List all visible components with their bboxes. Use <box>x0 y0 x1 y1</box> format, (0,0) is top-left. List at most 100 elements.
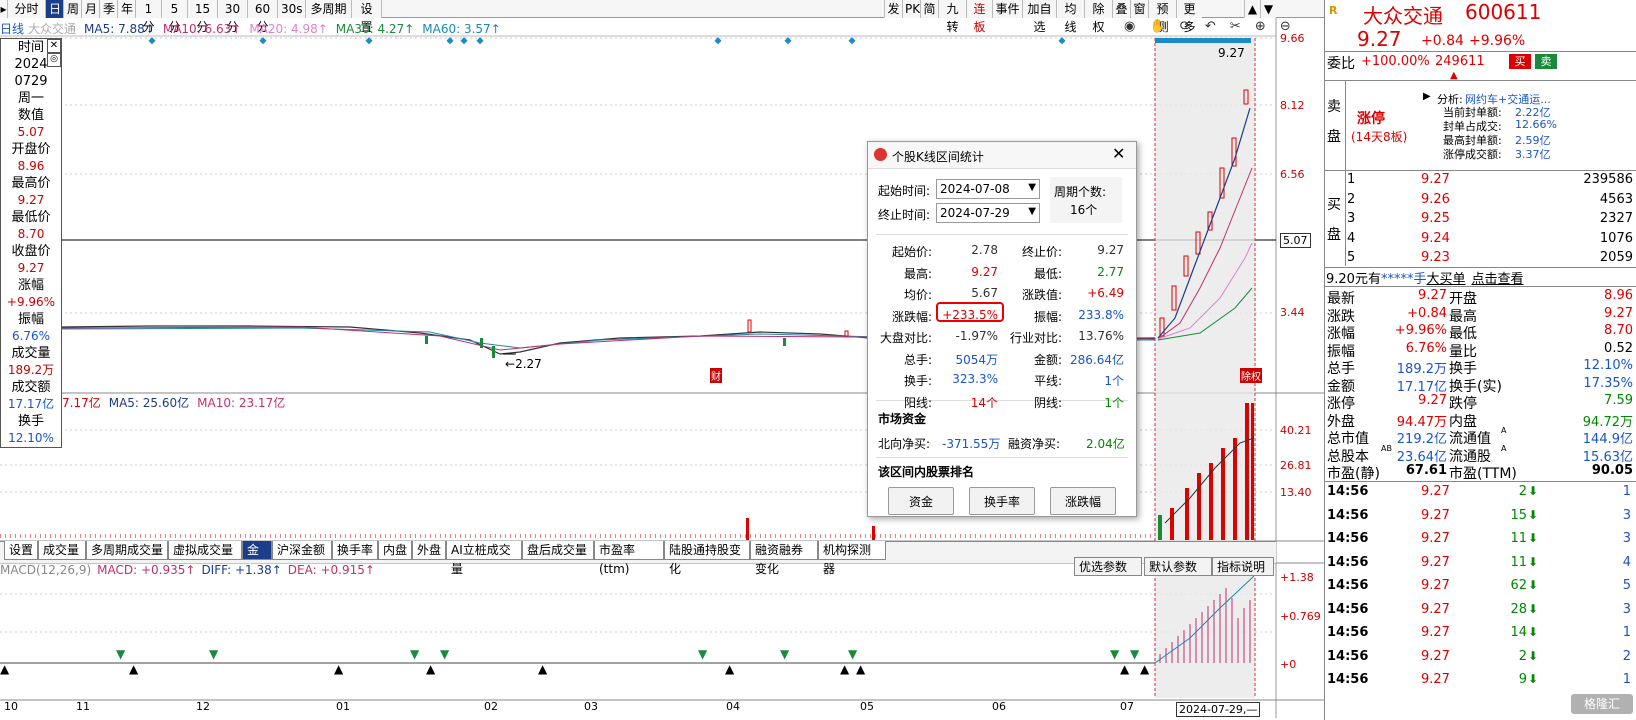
tool-tab-2[interactable]: 简 <box>920 0 938 18</box>
tick-volume: 11 <box>1510 531 1527 546</box>
period-tab-8[interactable]: 15分 <box>188 0 218 34</box>
period-tab-0[interactable]: 分时 <box>8 0 46 18</box>
period-tab-5[interactable]: 年 <box>118 0 136 18</box>
indicator-tab-4[interactable]: 金额 <box>242 541 272 576</box>
indicator-tab-1[interactable]: 成交量 <box>38 541 86 560</box>
param-tab-1[interactable]: 默认参数 <box>1144 557 1212 576</box>
tick-count: 1 <box>1622 484 1631 499</box>
toolbar-prev-icon[interactable]: ▸ <box>0 0 8 18</box>
tool-tab-3[interactable]: 九转 <box>938 0 966 34</box>
svg-text:▲: ▲ <box>129 662 139 676</box>
tool-tab-0[interactable]: 发 <box>884 0 902 18</box>
x-axis-label: 03 <box>584 700 598 713</box>
svg-text:▼: ▼ <box>410 647 420 661</box>
tool-tab-12[interactable]: 更多 <box>1176 0 1202 34</box>
bid-price[interactable]: 9.23 <box>1421 250 1450 265</box>
tool-tab-11[interactable]: 预测 <box>1148 0 1176 34</box>
param-tab-0[interactable]: 优选参数 <box>1074 557 1142 576</box>
indicator-tab-9[interactable]: AI立桩成交量 <box>446 541 522 576</box>
dialog-close-icon[interactable]: ✕ <box>1112 144 1125 163</box>
indicator-tab-12[interactable]: 陆股通持股变化 <box>664 541 750 576</box>
bigorder-qty: *****手 <box>1380 272 1427 287</box>
indicator-tab-6[interactable]: 换手率 <box>332 541 378 560</box>
period-tab-13[interactable]: 设置 <box>352 0 382 34</box>
bigorder-banner[interactable]: 9.20元有*****手大买单 点击查看 <box>1326 268 1524 287</box>
sell-button[interactable]: 卖 <box>1535 54 1557 69</box>
tick-volume: 11 <box>1510 554 1527 570</box>
info-close-icon[interactable]: ✕ <box>47 39 61 53</box>
bid-price[interactable]: 9.26 <box>1421 192 1450 207</box>
price-change: +0.84 <box>1421 33 1464 49</box>
stat-label-1: 涨跌幅: <box>891 309 932 324</box>
period-tab-12[interactable]: 多周期 <box>306 0 352 18</box>
end-date-select[interactable]: 2024-07-29 ▼ <box>936 203 1040 223</box>
weicha-value: 249611 <box>1435 54 1485 69</box>
info-pin-icon[interactable]: ◎ <box>47 53 61 67</box>
indicator-tab-13[interactable]: 融资融券变化 <box>750 541 818 576</box>
bid-price[interactable]: 9.27 <box>1421 172 1450 187</box>
start-label: 起始时间: <box>878 184 931 198</box>
tool-tab-1[interactable]: PK <box>902 0 920 18</box>
svg-text:▼: ▼ <box>1110 647 1120 661</box>
indicator-tab-11[interactable]: 市盈率(ttm) <box>594 541 664 576</box>
svg-text:▼: ▼ <box>209 647 219 661</box>
down-arrow-icon: ⬇ <box>1528 531 1539 545</box>
indicator-tab-2[interactable]: 多周期成交量 <box>86 541 168 560</box>
dialog-logo-icon <box>874 148 887 161</box>
stat-value-2: +6.49 <box>1087 286 1124 300</box>
tick-price: 9.27 <box>1421 601 1450 617</box>
tool-tab-6[interactable]: 加自选 <box>1022 0 1056 34</box>
bid-level: 1 <box>1347 172 1356 187</box>
period-tab-10[interactable]: 60分 <box>248 0 278 34</box>
seal-value: 3.37亿 <box>1515 148 1551 161</box>
down-arrow-icon: ⬇ <box>1528 648 1539 663</box>
scroll-down-icon[interactable]: ▼ <box>1260 0 1276 18</box>
info-label: 成交量 <box>11 346 51 361</box>
tool-tab-10[interactable]: 窗 <box>1130 0 1148 18</box>
bigorder-link[interactable]: 点击查看 <box>1471 272 1523 287</box>
period-tab-6[interactable]: 1分 <box>136 0 162 34</box>
bid-price[interactable]: 9.25 <box>1421 211 1450 226</box>
tool-tab-4[interactable]: 连板 <box>966 0 992 34</box>
period-tab-3[interactable]: 月 <box>82 0 100 18</box>
tick-price: 9.27 <box>1421 625 1450 640</box>
rank-change-button[interactable]: 涨跌幅 <box>1050 487 1116 515</box>
bid-level: 3 <box>1347 211 1356 226</box>
indicator-tab-8[interactable]: 外盘 <box>412 541 446 560</box>
rank-turnover-button[interactable]: 换手率 <box>969 487 1035 515</box>
tool-tab-5[interactable]: 事件 <box>992 0 1022 18</box>
bid-volume: 239586 <box>1583 172 1633 187</box>
period-tab-1[interactable]: 日 <box>46 0 64 18</box>
indicator-tab-7[interactable]: 内盘 <box>378 541 412 560</box>
scroll-up-icon[interactable]: ▲ <box>1244 0 1260 18</box>
quote-value: 7.59 <box>1604 393 1633 408</box>
period-tab-11[interactable]: 30s <box>278 0 306 18</box>
stat-label-2: 振幅: <box>1033 309 1062 324</box>
period-tab-7[interactable]: 5分 <box>162 0 188 34</box>
indicator-tab-10[interactable]: 盘后成交量 <box>522 541 594 560</box>
macd-axis-3: +0 <box>1280 658 1297 671</box>
indicator-tab-0[interactable]: 设置 <box>4 541 38 560</box>
period-tab-4[interactable]: 季 <box>100 0 118 18</box>
stat-value-1: 14个 <box>970 395 998 410</box>
period-tab-2[interactable]: 周 <box>64 0 82 18</box>
stat-value-1: 323.3% <box>952 372 998 386</box>
indicator-tab-14[interactable]: 机构探测器 <box>818 541 886 576</box>
period-tab-9[interactable]: 30分 <box>218 0 248 34</box>
quote-value: 94.47万 <box>1396 414 1447 430</box>
indicator-tab-5[interactable]: 沪深金额 <box>272 541 332 560</box>
quote-value: 189.2万 <box>1396 362 1447 377</box>
tool-tab-9[interactable]: 叠 <box>1112 0 1130 18</box>
x-axis-label: 05 <box>860 700 874 713</box>
tool-tab-7[interactable]: 均线 <box>1056 0 1084 34</box>
rank-fund-button[interactable]: 资金 <box>888 487 954 515</box>
vol-axis-3: 13.40 <box>1280 486 1312 499</box>
indicator-tab-3[interactable]: 虚拟成交量 <box>168 541 242 560</box>
buy-button[interactable]: 买 <box>1509 54 1531 69</box>
bid-price[interactable]: 9.24 <box>1421 231 1450 246</box>
param-tab-2[interactable]: 指标说明 <box>1212 557 1274 576</box>
interval-stats-dialog: 个股K线区间统计 ✕ 起始时间: 2024-07-08 ▼ 终止时间: 2024… <box>867 141 1137 517</box>
start-date-select[interactable]: 2024-07-08 ▼ <box>936 179 1040 199</box>
tool-tab-8[interactable]: 除权 <box>1084 0 1112 34</box>
svg-text:▲: ▲ <box>840 662 850 676</box>
